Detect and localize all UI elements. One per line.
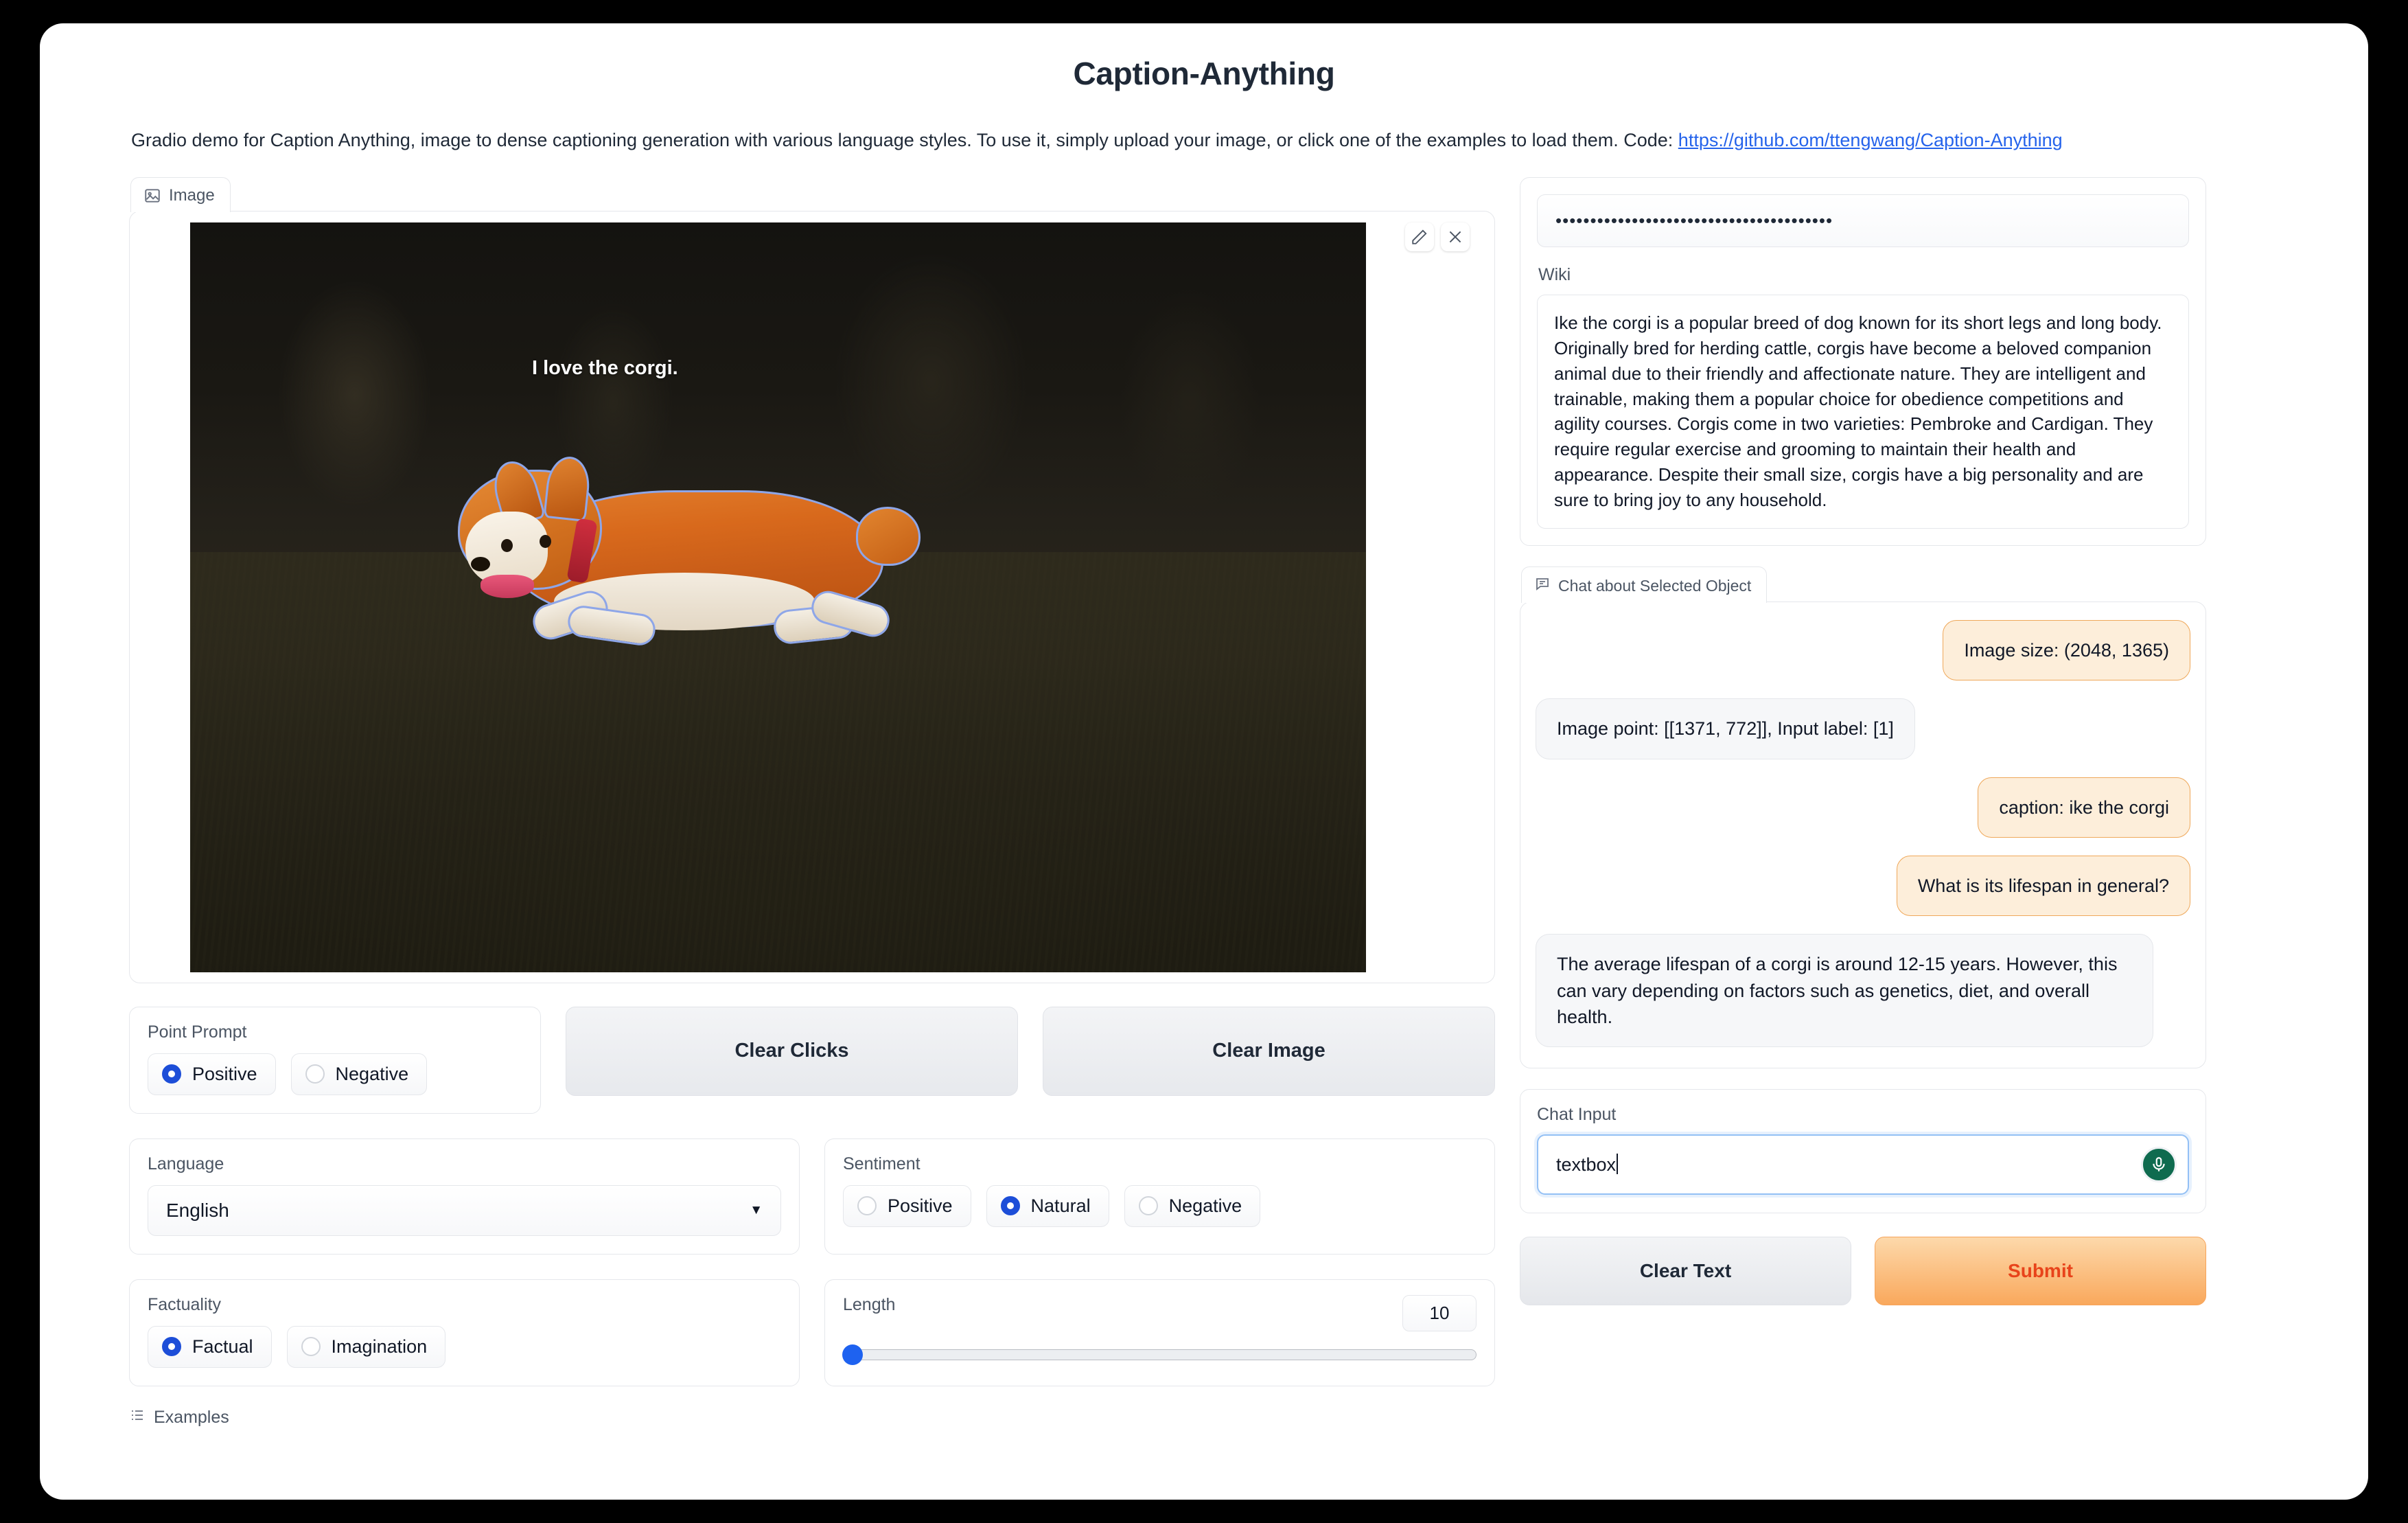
radio-label: Natural bbox=[1030, 1195, 1091, 1216]
point-prompt-row: Point Prompt Positive Negative Clear Cli… bbox=[129, 1006, 1495, 1114]
point-prompt-label: Point Prompt bbox=[148, 1022, 247, 1042]
radio-sentiment-natural[interactable]: Natural bbox=[986, 1184, 1109, 1227]
length-card: Length 10 bbox=[824, 1279, 1495, 1386]
corgi-nose bbox=[471, 556, 490, 571]
submit-button[interactable]: Submit bbox=[1875, 1237, 2206, 1306]
point-prompt-options: Positive Negative bbox=[148, 1053, 522, 1095]
sentiment-card: Sentiment Positive Natural Negative bbox=[824, 1138, 1495, 1255]
radio-indicator bbox=[162, 1337, 181, 1357]
length-label: Length bbox=[843, 1294, 896, 1314]
clear-text-button[interactable]: Clear Text bbox=[1520, 1237, 1851, 1306]
radio-label: Negative bbox=[335, 1063, 409, 1084]
image-tab[interactable]: Image bbox=[130, 176, 231, 212]
page-title: Caption-Anything bbox=[1073, 56, 1335, 91]
radio-factuality-factual[interactable]: Factual bbox=[148, 1325, 272, 1368]
chat-action-buttons: Clear Text Submit bbox=[1520, 1237, 2206, 1306]
sentiment-label: Sentiment bbox=[843, 1154, 921, 1173]
radio-indicator bbox=[301, 1337, 321, 1357]
length-header: Length 10 bbox=[843, 1294, 1477, 1331]
clear-clicks-button[interactable]: Clear Clicks bbox=[566, 1006, 1018, 1096]
examples-section[interactable]: Examples bbox=[129, 1407, 2368, 1428]
factuality-length-row: Factuality Factual Imagination Length 10 bbox=[129, 1279, 1495, 1386]
language-card: Language English ▼ bbox=[129, 1138, 800, 1255]
text-cursor bbox=[1617, 1154, 1619, 1175]
wiki-panel: ••••••••••••••••••••••••••••••••••••••••… bbox=[1520, 176, 2206, 547]
main-columns: Image I love the corgi. Point Prompt Pos… bbox=[40, 154, 2368, 1386]
corgi-ear bbox=[543, 454, 592, 522]
corgi-eye bbox=[501, 538, 513, 552]
factuality-card: Factuality Factual Imagination bbox=[129, 1279, 800, 1386]
examples-label: Examples bbox=[154, 1407, 229, 1427]
chat-panel: Chat about Selected Object Image size: (… bbox=[1520, 566, 2206, 1069]
language-select[interactable]: English ▼ bbox=[148, 1184, 781, 1236]
api-key-field[interactable]: •••••••••••••••••••••••••••••••••••••••• bbox=[1537, 194, 2189, 247]
left-column: Image I love the corgi. Point Prompt Pos… bbox=[129, 176, 1495, 1386]
chat-input[interactable]: textbox bbox=[1537, 1134, 2189, 1195]
image-tab-label: Image bbox=[169, 185, 215, 205]
microphone-icon[interactable] bbox=[2141, 1147, 2177, 1183]
radio-indicator bbox=[305, 1064, 325, 1084]
chat-message: What is its lifespan in general? bbox=[1896, 856, 2190, 917]
uploaded-photo[interactable]: I love the corgi. bbox=[190, 222, 1366, 972]
chat-bubble-icon bbox=[1534, 575, 1551, 596]
chat-message: The average lifespan of a corgi is aroun… bbox=[1536, 934, 2153, 1048]
chat-input-panel: Chat Input textbox bbox=[1520, 1089, 2206, 1214]
length-slider[interactable] bbox=[842, 1344, 1477, 1365]
radio-sentiment-positive[interactable]: Positive bbox=[843, 1184, 971, 1227]
chevron-down-icon: ▼ bbox=[750, 1202, 763, 1217]
corgi-tongue bbox=[481, 574, 534, 598]
radio-label: Positive bbox=[888, 1195, 953, 1216]
overlay-caption: I love the corgi. bbox=[532, 356, 678, 379]
right-column: ••••••••••••••••••••••••••••••••••••••••… bbox=[1520, 176, 2206, 1306]
radio-point-positive[interactable]: Positive bbox=[148, 1053, 276, 1095]
radio-label: Negative bbox=[1168, 1195, 1242, 1216]
radio-factuality-imagination[interactable]: Imagination bbox=[286, 1325, 446, 1368]
factuality-options: Factual Imagination bbox=[148, 1325, 781, 1368]
repo-link[interactable]: https://github.com/ttengwang/Caption-Any… bbox=[1678, 130, 2063, 150]
segmented-corgi[interactable] bbox=[451, 435, 925, 683]
length-slider-thumb[interactable] bbox=[842, 1344, 863, 1365]
list-icon bbox=[129, 1407, 146, 1428]
close-icon[interactable] bbox=[1441, 222, 1470, 251]
chat-message: Image point: [[1371, 772]], Input label:… bbox=[1536, 698, 1915, 759]
radio-indicator bbox=[1000, 1196, 1020, 1216]
corgi-eye bbox=[540, 534, 551, 548]
page-description: Gradio demo for Caption Anything, image … bbox=[131, 128, 2368, 154]
wiki-label: Wiki bbox=[1538, 264, 1571, 284]
factuality-label: Factuality bbox=[148, 1294, 221, 1314]
radio-indicator bbox=[162, 1064, 181, 1084]
chat-message: Image size: (2048, 1365) bbox=[1943, 620, 2190, 681]
chat-tab-label: Chat about Selected Object bbox=[1558, 576, 1752, 595]
image-icon bbox=[143, 187, 161, 205]
radio-label: Positive bbox=[192, 1063, 257, 1084]
image-toolbar bbox=[1405, 222, 1470, 251]
clear-image-button[interactable]: Clear Image bbox=[1043, 1006, 1495, 1096]
chat-message: caption: ike the corgi bbox=[1978, 777, 2190, 838]
corgi-tail bbox=[856, 506, 921, 566]
chat-input-value: textbox bbox=[1556, 1154, 1617, 1176]
sentiment-options: Positive Natural Negative bbox=[843, 1184, 1477, 1227]
radio-indicator bbox=[1138, 1196, 1158, 1216]
image-canvas[interactable]: I love the corgi. bbox=[129, 210, 1495, 983]
radio-point-negative[interactable]: Negative bbox=[290, 1053, 428, 1095]
point-prompt-card: Point Prompt Positive Negative bbox=[129, 1006, 541, 1114]
radio-indicator bbox=[857, 1196, 877, 1216]
language-value: English bbox=[166, 1199, 229, 1221]
radio-label: Factual bbox=[192, 1336, 253, 1357]
app-window: Caption-Anything Gradio demo for Caption… bbox=[40, 23, 2368, 1500]
chat-tab[interactable]: Chat about Selected Object bbox=[1521, 566, 1768, 604]
radio-label: Imagination bbox=[331, 1336, 428, 1357]
radio-sentiment-negative[interactable]: Negative bbox=[1124, 1184, 1261, 1227]
length-value-input[interactable]: 10 bbox=[1402, 1294, 1477, 1331]
chat-message-list: Image size: (2048, 1365) Image point: [[… bbox=[1520, 602, 2206, 1069]
wiki-text: Ike the corgi is a popular breed of dog … bbox=[1537, 294, 2189, 529]
chat-input-label: Chat Input bbox=[1537, 1105, 1617, 1125]
language-label: Language bbox=[148, 1154, 224, 1173]
language-sentiment-row: Language English ▼ Sentiment Positive Na… bbox=[129, 1138, 1495, 1255]
image-block: Image I love the corgi. bbox=[129, 176, 1495, 983]
pencil-icon[interactable] bbox=[1405, 222, 1434, 251]
page-description-text: Gradio demo for Caption Anything, image … bbox=[131, 130, 1678, 150]
